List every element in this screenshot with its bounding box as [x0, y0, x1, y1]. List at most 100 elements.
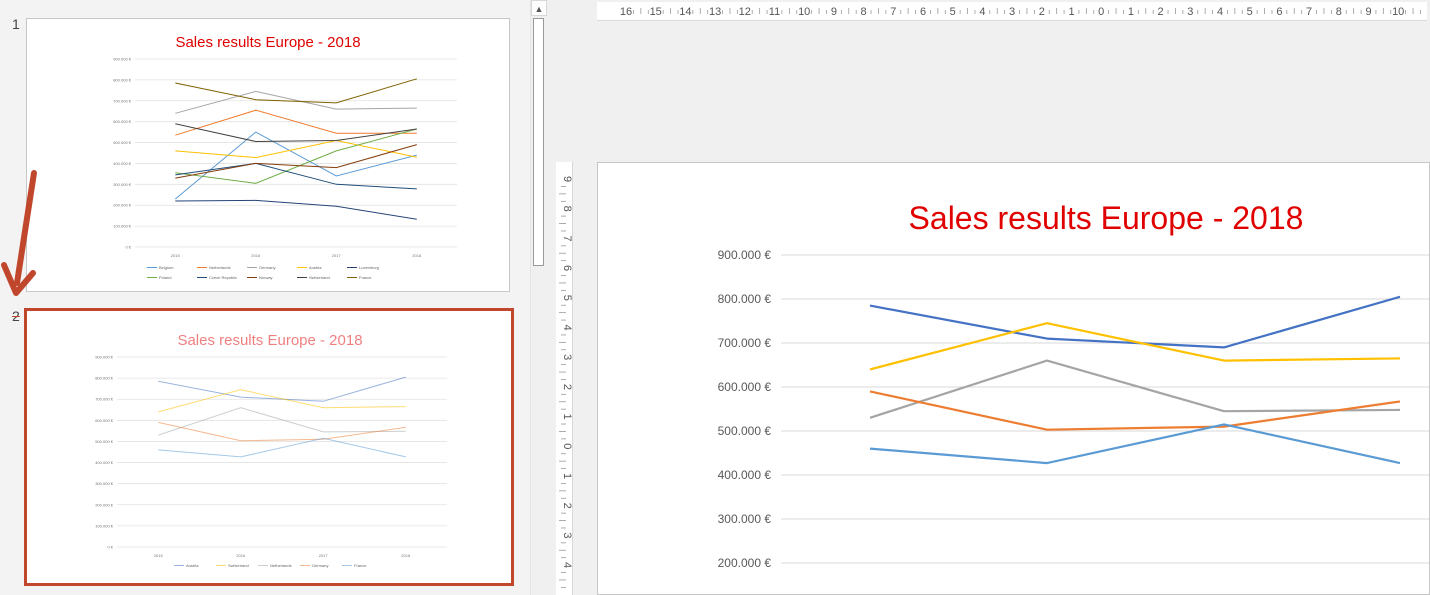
thumb-y-tick-label: 200.000 € — [113, 203, 132, 208]
thumb-x-tick-label: 2018 — [412, 253, 422, 258]
main-chart-y-tick-label: 200.000 € — [718, 556, 772, 570]
thumbnail-2-chart: Sales results Europe - 2018 0 € 100.000 € 2… — [95, 332, 447, 568]
thumb-legend-label: Switzerland — [228, 563, 249, 568]
scroll-up-arrow-icon[interactable]: ▲ — [531, 0, 547, 16]
vertical-ruler-label: 2 — [561, 503, 572, 509]
horizontal-ruler-label: 6 — [1276, 6, 1282, 18]
horizontal-ruler-label: 15 — [650, 6, 662, 18]
thumb-x-tick-label: 2015 — [154, 553, 164, 558]
vertical-ruler-label: 9 — [561, 176, 572, 182]
thumb-legend-label: Czech Republic — [209, 275, 237, 280]
horizontal-ruler-label: 7 — [890, 6, 896, 18]
slide-number-2: 2 — [12, 308, 20, 324]
thumb-legend-label: France — [354, 563, 367, 568]
thumb-legend-label: Austria — [309, 265, 322, 270]
thumbnail-scrollbar[interactable]: ▲ — [530, 0, 547, 595]
thumb-y-tick-label: 100.000 € — [113, 224, 132, 229]
main-chart-series-line-austria — [869, 295, 1401, 349]
vertical-ruler-label: 6 — [561, 265, 572, 271]
thumb-series-line-poland — [175, 128, 417, 184]
thumb-y-tick-label: 900.000 € — [95, 355, 114, 360]
scroll-thumb[interactable] — [533, 18, 544, 266]
main-chart-y-tick-label: 800.000 € — [718, 292, 772, 306]
horizontal-ruler-label: 12 — [739, 6, 751, 18]
main-chart-y-tick-label: 500.000 € — [718, 424, 772, 438]
slide-thumbnail-1[interactable]: Sales results Europe - 2018 0 € 100.000 € 2… — [26, 18, 510, 292]
thumb-y-tick-label: 0 € — [107, 545, 113, 550]
vertical-ruler-label: 7 — [561, 235, 572, 241]
vertical-ruler-label: 2 — [561, 384, 572, 390]
horizontal-ruler-label: 4 — [1217, 6, 1223, 18]
horizontal-ruler: 16 15 14 13 12 11 10 9 8 7 6 5 4 3 2 1 0 1 2 3 4 5 6 7 8 9 10 — [597, 2, 1427, 21]
main-chart-y-tick-label: 400.000 € — [718, 468, 772, 482]
horizontal-ruler-label: 10 — [1392, 6, 1404, 18]
horizontal-ruler-label: 5 — [950, 6, 956, 18]
thumb-y-tick-label: 800.000 € — [95, 376, 114, 381]
thumb-legend-label: Germany — [259, 265, 275, 270]
thumb-y-tick-label: 0 € — [125, 245, 131, 250]
horizontal-ruler-label: 2 — [1158, 6, 1164, 18]
vertical-ruler-label: 5 — [561, 295, 572, 301]
main-line-chart[interactable]: Sales results Europe - 2018 200.000 € 300.… — [598, 163, 1430, 595]
horizontal-ruler-label: 4 — [979, 6, 985, 18]
thumb-series-line-luxemburg — [175, 199, 417, 220]
thumb-x-tick-label: 2016 — [236, 553, 246, 558]
thumb-y-tick-label: 400.000 € — [95, 460, 114, 465]
thumb-y-tick-label: 200.000 € — [95, 502, 114, 507]
horizontal-ruler-label: 11 — [769, 6, 780, 18]
thumb-series-line-germany — [175, 90, 417, 114]
horizontal-ruler-label: 8 — [1336, 6, 1342, 18]
thumb-legend-label: Norway — [259, 275, 273, 280]
vertical-ruler-label: 3 — [561, 354, 572, 360]
horizontal-ruler-label: 13 — [709, 6, 721, 18]
main-chart-series-line-switzerland — [869, 322, 1401, 371]
main-chart-y-tick-label: 600.000 € — [718, 380, 772, 394]
vertical-ruler-label: 8 — [561, 206, 572, 212]
main-chart-y-tick-label: 900.000 € — [718, 248, 772, 262]
thumb-legend-label: Poland — [159, 275, 171, 280]
horizontal-ruler-label: 3 — [1009, 6, 1015, 18]
thumb-x-tick-label: 2018 — [401, 553, 411, 558]
main-slide-canvas[interactable]: Sales results Europe - 2018 200.000 € 300.… — [597, 162, 1430, 595]
vertical-ruler: 9 8 7 6 5 4 3 2 1 0 1 2 3 4 — [556, 162, 573, 595]
horizontal-ruler-label: 2 — [1039, 6, 1045, 18]
thumb-y-tick-label: 400.000 € — [113, 161, 132, 166]
thumb-y-tick-label: 700.000 € — [113, 98, 132, 103]
thumb-legend-label: Netherlands — [270, 563, 292, 568]
thumb-y-tick-label: 800.000 € — [113, 77, 132, 82]
horizontal-ruler-label: 0 — [1098, 6, 1104, 18]
thumb-x-tick-label: 2017 — [319, 553, 329, 558]
thumb-y-tick-label: 900.000 € — [113, 57, 132, 62]
vertical-ruler-label: 1 — [561, 473, 572, 479]
thumb-x-tick-label: 2016 — [251, 253, 261, 258]
horizontal-ruler-label: 8 — [861, 6, 867, 18]
thumb-series-line-france — [175, 78, 417, 104]
slide-thumbnail-2-selected[interactable]: Sales results Europe - 2018 0 € 100.000 € 2… — [24, 308, 514, 586]
main-chart-y-tick-label: 700.000 € — [718, 336, 772, 350]
horizontal-ruler-label: 7 — [1306, 6, 1312, 18]
vertical-ruler-label: 4 — [561, 324, 572, 330]
thumb-y-tick-label: 600.000 € — [113, 119, 132, 124]
thumb-legend-label: Austria — [186, 563, 199, 568]
slide-thumbnail-pane: 1 Sales results Europe - 2018 0 € 100.000 … — [0, 0, 530, 595]
thumb-x-tick-label: 2015 — [171, 253, 181, 258]
thumb-y-tick-label: 300.000 € — [95, 481, 114, 486]
thumb-legend-label: France — [359, 275, 372, 280]
thumb-chart-title: Sales results Europe - 2018 — [177, 332, 362, 349]
horizontal-ruler-label: 3 — [1187, 6, 1193, 18]
thumb-chart-title: Sales results Europe - 2018 — [175, 34, 360, 51]
vertical-ruler-label: 4 — [561, 562, 572, 568]
horizontal-ruler-label: 9 — [1365, 6, 1371, 18]
thumb-legend-label: Switzerland — [309, 275, 330, 280]
annotation-arrow-icon — [0, 165, 42, 305]
horizontal-ruler-label: 1 — [1128, 6, 1134, 18]
horizontal-ruler-label: 9 — [831, 6, 837, 18]
horizontal-ruler-label: 16 — [620, 6, 632, 18]
thumb-x-tick-label: 2017 — [332, 253, 342, 258]
thumb-legend-label: Luxemburg — [359, 265, 379, 270]
main-chart-y-tick-label: 300.000 € — [718, 512, 772, 526]
main-chart-title: Sales results Europe - 2018 — [909, 200, 1304, 236]
horizontal-ruler-label: 6 — [920, 6, 926, 18]
thumb-legend-label: Netherlands — [209, 265, 231, 270]
horizontal-ruler-label: 14 — [679, 6, 691, 18]
